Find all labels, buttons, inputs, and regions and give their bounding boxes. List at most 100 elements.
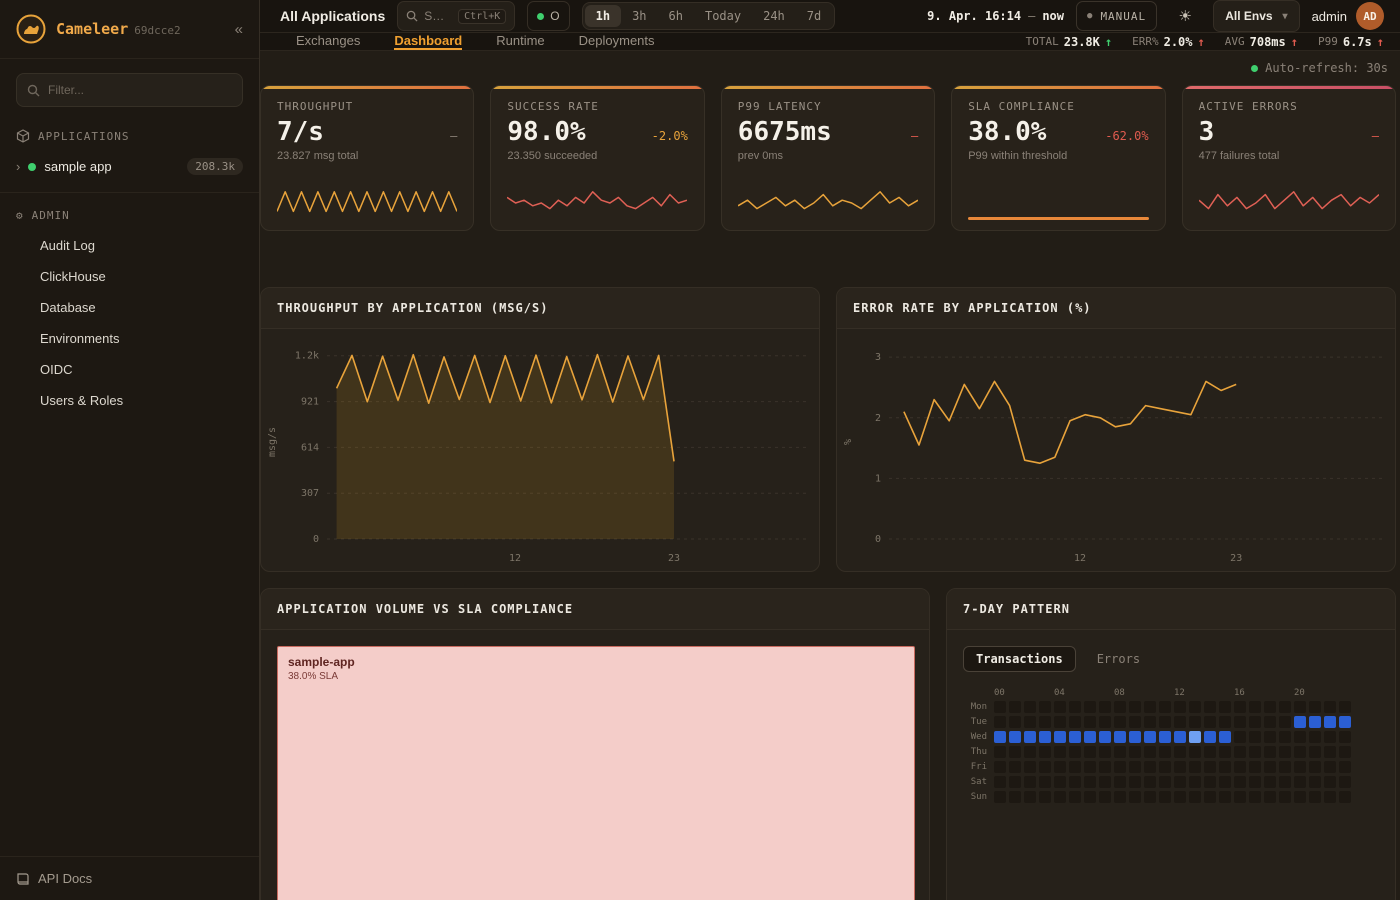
heatmap-cell[interactable] <box>1174 731 1186 743</box>
heatmap-cell[interactable] <box>1189 716 1201 728</box>
heatmap-cell[interactable] <box>994 776 1006 788</box>
treemap-node-sample-app[interactable]: sample-app 38.0% SLA <box>277 646 915 900</box>
heatmap-cell[interactable] <box>994 701 1006 713</box>
theme-toggle-button[interactable]: ☀ <box>1169 1 1201 31</box>
heatmap-cell[interactable] <box>1309 761 1321 773</box>
online-status-pill[interactable]: O <box>527 1 569 31</box>
heatmap-cell[interactable] <box>1084 701 1096 713</box>
time-range-display[interactable]: 9. Apr. 16:14 — now <box>927 9 1064 23</box>
heatmap-cell[interactable] <box>1054 746 1066 758</box>
heatmap-cell[interactable] <box>1024 731 1036 743</box>
heatmap-cell[interactable] <box>1129 776 1141 788</box>
heatmap-cell[interactable] <box>1234 761 1246 773</box>
heatmap-cell[interactable] <box>1339 791 1351 803</box>
heatmap-cell[interactable] <box>1249 776 1261 788</box>
heatmap-cell[interactable] <box>1084 776 1096 788</box>
heatmap-cell[interactable] <box>1249 761 1261 773</box>
heatmap-cell[interactable] <box>1159 716 1171 728</box>
heatmap-cell[interactable] <box>1234 746 1246 758</box>
heatmap-cell[interactable] <box>1084 716 1096 728</box>
heatmap-cell[interactable] <box>1099 731 1111 743</box>
heatmap-cell[interactable] <box>1159 746 1171 758</box>
heatmap-cell[interactable] <box>1204 716 1216 728</box>
heatmap-cell[interactable] <box>1174 776 1186 788</box>
heatmap-cell[interactable] <box>1084 731 1096 743</box>
heatmap-cell[interactable] <box>1054 776 1066 788</box>
heatmap-cell[interactable] <box>1234 791 1246 803</box>
heatmap-cell[interactable] <box>1114 716 1126 728</box>
heatmap-cell[interactable] <box>1234 716 1246 728</box>
heatmap-cell[interactable] <box>1294 731 1306 743</box>
heatmap-cell[interactable] <box>1009 701 1021 713</box>
heatmap-cell[interactable] <box>1264 776 1276 788</box>
filter-input[interactable] <box>48 83 232 97</box>
heatmap-cell[interactable] <box>1339 701 1351 713</box>
heatmap-cell[interactable] <box>1174 746 1186 758</box>
sidebar-item-database[interactable]: Database <box>0 292 259 323</box>
range-1h[interactable]: 1h <box>585 5 621 27</box>
heatmap-cell[interactable] <box>1069 761 1081 773</box>
heatmap-cell[interactable] <box>1039 791 1051 803</box>
heatmap-cell[interactable] <box>1189 776 1201 788</box>
heatmap-cell[interactable] <box>1324 761 1336 773</box>
sidebar-item-audit-log[interactable]: Audit Log <box>0 230 259 261</box>
heatmap-cell[interactable] <box>1204 761 1216 773</box>
heatmap-cell[interactable] <box>1099 701 1111 713</box>
heatmap-cell[interactable] <box>1219 776 1231 788</box>
heatmap-cell[interactable] <box>1294 746 1306 758</box>
heatmap-cell[interactable] <box>1219 731 1231 743</box>
heatmap-cell[interactable] <box>1234 731 1246 743</box>
toggle-errors[interactable]: Errors <box>1084 646 1153 672</box>
heatmap-cell[interactable] <box>1309 776 1321 788</box>
heatmap-cell[interactable] <box>1084 746 1096 758</box>
heatmap-cell[interactable] <box>1279 776 1291 788</box>
heatmap-cell[interactable] <box>1324 716 1336 728</box>
global-search[interactable]: S… Ctrl+K <box>397 1 515 31</box>
heatmap-cell[interactable] <box>1039 701 1051 713</box>
heatmap-cell[interactable] <box>1174 701 1186 713</box>
range-3h[interactable]: 3h <box>621 5 657 27</box>
heatmap-cell[interactable] <box>1174 791 1186 803</box>
heatmap-cell[interactable] <box>1129 716 1141 728</box>
heatmap-cell[interactable] <box>1189 731 1201 743</box>
sidebar-item-environments[interactable]: Environments <box>0 323 259 354</box>
heatmap-cell[interactable] <box>1204 791 1216 803</box>
heatmap-cell[interactable] <box>1204 776 1216 788</box>
heatmap-cell[interactable] <box>1024 746 1036 758</box>
heatmap-cell[interactable] <box>1279 761 1291 773</box>
heatmap-cell[interactable] <box>1249 701 1261 713</box>
heatmap-cell[interactable] <box>1294 791 1306 803</box>
heatmap-cell[interactable] <box>1189 761 1201 773</box>
heatmap-cell[interactable] <box>994 716 1006 728</box>
heatmap-cell[interactable] <box>1144 731 1156 743</box>
collapse-sidebar-button[interactable]: « <box>235 21 243 38</box>
heatmap-cell[interactable] <box>1084 791 1096 803</box>
heatmap-cell[interactable] <box>1009 746 1021 758</box>
kpi-card-sla-compliance[interactable]: SLA COMPLIANCE 38.0% -62.0% P99 within t… <box>951 85 1165 231</box>
heatmap-cell[interactable] <box>1234 701 1246 713</box>
range-7d[interactable]: 7d <box>796 5 832 27</box>
heatmap-cell[interactable] <box>1309 746 1321 758</box>
heatmap-cell[interactable] <box>1009 731 1021 743</box>
heatmap-cell[interactable] <box>1144 776 1156 788</box>
heatmap-cell[interactable] <box>1219 791 1231 803</box>
sidebar-item-sample-app[interactable]: › sample app 208.3k <box>0 151 259 182</box>
heatmap-cell[interactable] <box>1069 731 1081 743</box>
heatmap-cell[interactable] <box>1054 731 1066 743</box>
heatmap-cell[interactable] <box>994 746 1006 758</box>
heatmap-cell[interactable] <box>1324 746 1336 758</box>
range-6h[interactable]: 6h <box>658 5 694 27</box>
heatmap-cell[interactable] <box>1189 746 1201 758</box>
filter-box[interactable] <box>16 73 243 107</box>
heatmap-cell[interactable] <box>1069 716 1081 728</box>
heatmap-cell[interactable] <box>994 731 1006 743</box>
tab-runtime[interactable]: Runtime <box>496 33 544 50</box>
api-docs-link[interactable]: API Docs <box>0 856 259 900</box>
heatmap-cell[interactable] <box>1339 716 1351 728</box>
heatmap-cell[interactable] <box>1024 776 1036 788</box>
heatmap-cell[interactable] <box>1114 791 1126 803</box>
heatmap-cell[interactable] <box>1204 746 1216 758</box>
heatmap-cell[interactable] <box>1294 716 1306 728</box>
heatmap-cell[interactable] <box>1264 731 1276 743</box>
sidebar-item-users-roles[interactable]: Users & Roles <box>0 385 259 416</box>
